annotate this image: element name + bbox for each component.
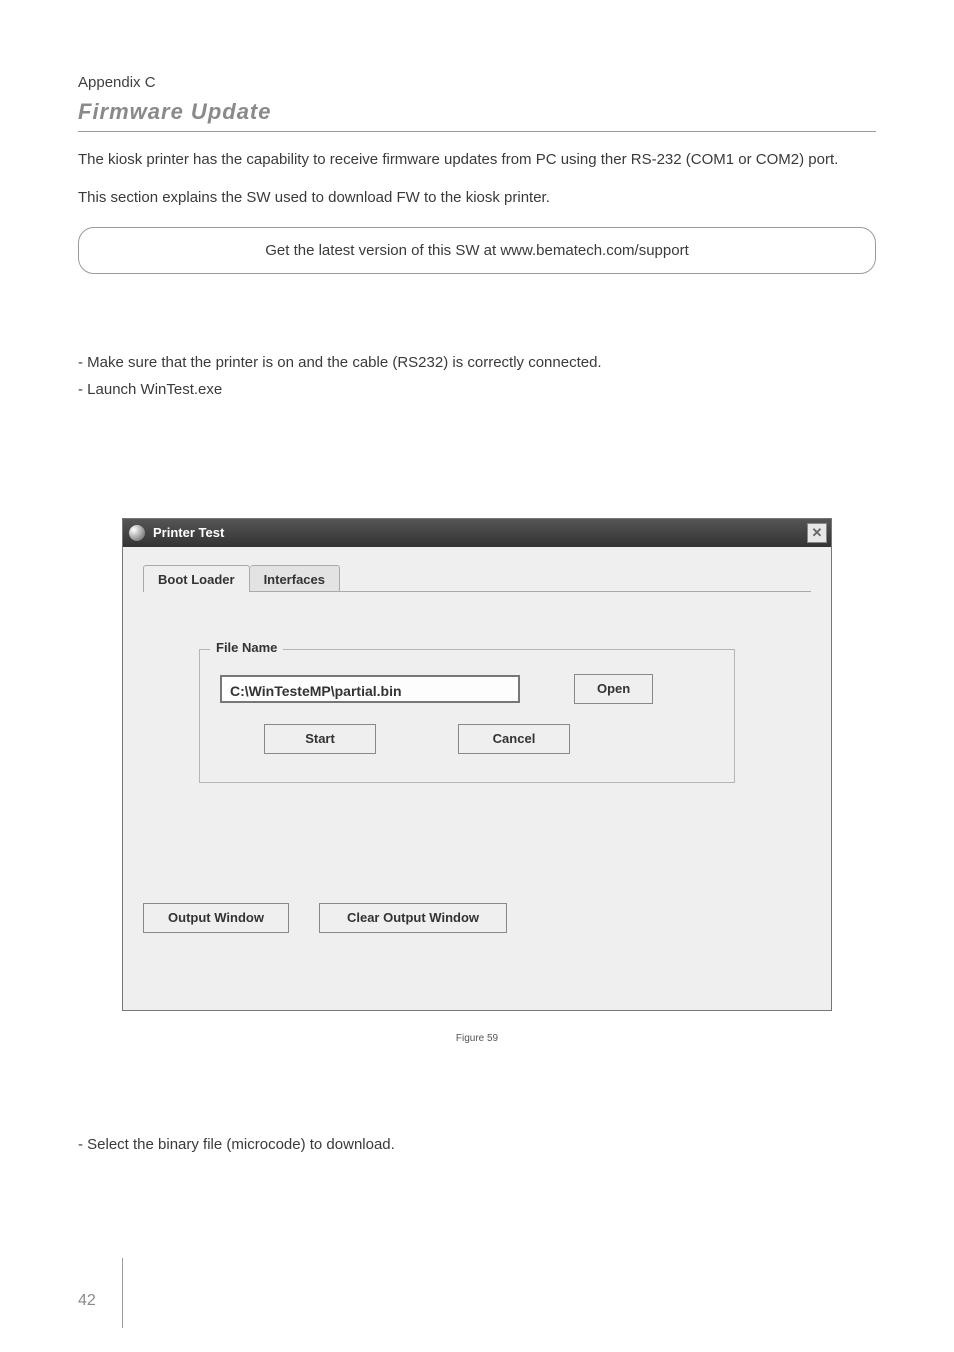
intro-paragraph-2: This section explains the SW used to dow… <box>78 188 876 208</box>
window-body: Boot Loader Interfaces File Name C:\WinT… <box>123 547 831 1010</box>
tab-boot-loader[interactable]: Boot Loader <box>143 565 250 592</box>
tabstrip: Boot Loader Interfaces <box>143 565 811 592</box>
file-name-legend: File Name <box>210 640 283 655</box>
intro-paragraph-1: The kiosk printer has the capability to … <box>78 150 876 170</box>
cancel-button[interactable]: Cancel <box>458 724 570 754</box>
step-2: - Launch WinTest.exe <box>78 381 876 398</box>
app-icon <box>129 525 145 541</box>
appendix-label: Appendix C <box>78 74 876 91</box>
page-number: 42 <box>78 1292 96 1310</box>
footer-rule <box>122 1258 123 1328</box>
window-titlebar: Printer Test ✕ <box>123 519 831 547</box>
printer-test-window: Printer Test ✕ Boot Loader Interfaces Fi… <box>122 518 832 1011</box>
close-icon[interactable]: ✕ <box>807 523 827 543</box>
tabpanel-boot-loader: File Name C:\WinTesteMP\partial.bin Open… <box>143 591 811 996</box>
section-title: Firmware Update <box>78 99 876 132</box>
figure-caption: Figure 59 <box>78 1033 876 1044</box>
clear-output-window-button[interactable]: Clear Output Window <box>319 903 507 933</box>
step-1: - Make sure that the printer is on and t… <box>78 354 876 371</box>
start-button[interactable]: Start <box>264 724 376 754</box>
file-path-input[interactable]: C:\WinTesteMP\partial.bin <box>220 675 520 703</box>
info-callout: Get the latest version of this SW at www… <box>78 227 876 274</box>
open-button[interactable]: Open <box>574 674 653 704</box>
tab-interfaces[interactable]: Interfaces <box>250 565 340 592</box>
file-name-group: File Name C:\WinTesteMP\partial.bin Open… <box>199 649 735 783</box>
output-window-button[interactable]: Output Window <box>143 903 289 933</box>
window-title: Printer Test <box>153 525 807 540</box>
step-3: - Select the binary file (microcode) to … <box>78 1136 876 1153</box>
